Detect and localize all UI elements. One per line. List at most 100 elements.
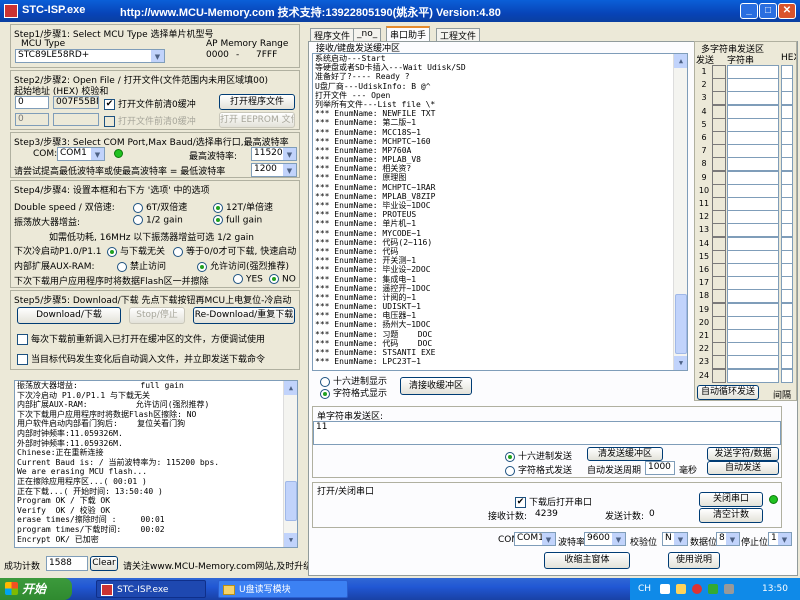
auto-send-button[interactable]: 自动发送 bbox=[707, 461, 779, 475]
row-hex-checkbox[interactable] bbox=[781, 78, 793, 93]
send-input[interactable]: 11 bbox=[313, 421, 781, 445]
clear-count-button[interactable]: Clear bbox=[90, 556, 118, 571]
row-string-input[interactable] bbox=[727, 91, 779, 106]
row-string-input[interactable] bbox=[727, 78, 779, 93]
row-send-button[interactable] bbox=[712, 276, 726, 291]
row-send-button[interactable] bbox=[712, 223, 726, 238]
row-hex-checkbox[interactable] bbox=[781, 170, 793, 185]
max-baud-select[interactable]: 115200 bbox=[251, 147, 297, 161]
send-char-option[interactable]: 字符格式发送 bbox=[505, 463, 572, 476]
option-yes[interactable]: YES bbox=[233, 274, 263, 285]
open-after-download-checkbox[interactable]: ✔ 下载后打开串口 bbox=[515, 495, 592, 508]
min-baud-select[interactable]: 1200 bbox=[251, 163, 297, 177]
row-string-input[interactable] bbox=[727, 131, 779, 145]
row-string-input[interactable] bbox=[727, 236, 779, 251]
row-hex-checkbox[interactable] bbox=[781, 117, 793, 132]
start-button[interactable]: 开始 bbox=[0, 578, 72, 600]
option-no[interactable]: NO bbox=[269, 274, 296, 285]
send-hex-option[interactable]: 十六进制发送 bbox=[505, 449, 572, 462]
redownload-button[interactable]: Re-Download/重复下载 bbox=[193, 307, 295, 324]
row-hex-checkbox[interactable] bbox=[781, 223, 793, 238]
row-string-input[interactable] bbox=[727, 157, 779, 172]
tab-project-file[interactable]: 工程文件 bbox=[436, 28, 481, 42]
download-button[interactable]: Download/下载 bbox=[17, 307, 121, 324]
row-hex-checkbox[interactable] bbox=[781, 249, 793, 264]
serial-com-select[interactable]: COM1 bbox=[514, 532, 556, 546]
scroll-up-icon[interactable]: ▲ bbox=[674, 54, 687, 68]
scroll-down-icon[interactable]: ▼ bbox=[284, 533, 297, 547]
row-string-input[interactable] bbox=[727, 263, 779, 277]
scroll-thumb[interactable] bbox=[675, 294, 687, 354]
row-hex-checkbox[interactable] bbox=[781, 263, 793, 277]
tray-icon[interactable] bbox=[692, 584, 702, 594]
status-log[interactable]: 振荡放大器增益: full gain 下次冷启动 P1.0/P1.1 与下载无关内… bbox=[14, 380, 298, 548]
stop-button[interactable]: Stop/停止 bbox=[129, 307, 185, 324]
char-display-option[interactable]: 字符格式显示 bbox=[320, 386, 387, 399]
option-disable-aux[interactable]: 禁止访问 bbox=[117, 259, 166, 272]
row-string-input[interactable] bbox=[727, 104, 779, 119]
title-bar[interactable]: STC-ISP.exe http://www.MCU-Memory.com 技术… bbox=[0, 0, 800, 22]
row-hex-checkbox[interactable] bbox=[781, 65, 793, 79]
tray-icon[interactable] bbox=[676, 584, 686, 594]
row-hex-checkbox[interactable] bbox=[781, 236, 793, 251]
row-hex-checkbox[interactable] bbox=[781, 355, 793, 370]
row-hex-checkbox[interactable] bbox=[781, 276, 793, 291]
databits-select[interactable]: 8 bbox=[716, 532, 740, 546]
row-string-input[interactable] bbox=[727, 183, 779, 198]
row-send-button[interactable] bbox=[712, 315, 726, 330]
row-send-button[interactable] bbox=[712, 197, 726, 211]
clear-receive-button[interactable]: 清接收缓冲区 bbox=[400, 377, 472, 395]
send-string-button[interactable]: 发送字符/数据 bbox=[707, 447, 779, 461]
task-udisk-module[interactable]: U盘读写模块 bbox=[218, 580, 348, 598]
row-send-button[interactable] bbox=[712, 263, 726, 277]
close-icon[interactable]: ✕ bbox=[778, 3, 796, 19]
task-stc-isp[interactable]: STC-ISP.exe bbox=[96, 580, 206, 598]
eeprom-address-input[interactable]: 0 bbox=[15, 113, 49, 126]
option-fast-start[interactable]: 等于0/0才可下载, 快速启动 bbox=[173, 244, 296, 257]
row-hex-checkbox[interactable] bbox=[781, 144, 793, 159]
row-string-input[interactable] bbox=[727, 170, 779, 185]
help-button[interactable]: 使用说明 bbox=[668, 552, 720, 569]
option-no-relation[interactable]: 与下载无关 bbox=[107, 244, 165, 257]
row-send-button[interactable] bbox=[712, 91, 726, 106]
row-hex-checkbox[interactable] bbox=[781, 104, 793, 119]
volume-icon[interactable] bbox=[724, 584, 734, 594]
close-port-button[interactable]: 关闭串口 bbox=[699, 492, 763, 507]
row-hex-checkbox[interactable] bbox=[781, 315, 793, 330]
row-string-input[interactable] bbox=[727, 342, 779, 357]
language-indicator[interactable]: CH bbox=[638, 578, 651, 600]
parity-select[interactable]: N bbox=[662, 532, 688, 546]
tab-serial-assistant[interactable]: 串口助手 bbox=[386, 26, 431, 42]
open-eeprom-file-button[interactable]: 打开 EEPROM 文件 bbox=[219, 112, 295, 128]
row-hex-checkbox[interactable] bbox=[781, 183, 793, 198]
row-send-button[interactable] bbox=[712, 236, 726, 251]
row-hex-checkbox[interactable] bbox=[781, 329, 793, 343]
tab-program-file[interactable]: 程序文件 bbox=[310, 28, 355, 42]
tray-icon[interactable] bbox=[660, 584, 670, 594]
tab-no[interactable]: _no_ bbox=[353, 28, 382, 42]
option-half-gain[interactable]: 1/2 gain bbox=[133, 215, 183, 226]
row-string-input[interactable] bbox=[727, 289, 779, 304]
option-full-gain[interactable]: full gain bbox=[213, 215, 262, 226]
row-string-input[interactable] bbox=[727, 368, 779, 383]
row-send-button[interactable] bbox=[712, 65, 726, 79]
open-program-file-button[interactable]: 打开程序文件 bbox=[219, 94, 295, 110]
row-send-button[interactable] bbox=[712, 157, 726, 172]
row-string-input[interactable] bbox=[727, 315, 779, 330]
row-string-input[interactable] bbox=[727, 197, 779, 211]
row-send-button[interactable] bbox=[712, 249, 726, 264]
row-send-button[interactable] bbox=[712, 78, 726, 93]
row-hex-checkbox[interactable] bbox=[781, 368, 793, 383]
log-scrollbar[interactable]: ▲ ▼ bbox=[283, 381, 297, 547]
row-string-input[interactable] bbox=[727, 249, 779, 264]
row-string-input[interactable] bbox=[727, 276, 779, 291]
scroll-up-icon[interactable]: ▲ bbox=[284, 381, 297, 395]
row-send-button[interactable] bbox=[712, 170, 726, 185]
clear-send-button[interactable]: 清发送缓冲区 bbox=[587, 447, 663, 461]
clear-before-open-eeprom-checkbox[interactable]: 打开文件前清0缓冲 bbox=[104, 114, 196, 127]
tray-icon[interactable] bbox=[708, 584, 718, 594]
reload-each-time-checkbox[interactable]: 每次下载前重新调入已打开在缓冲区的文件，方便调试使用 bbox=[17, 332, 265, 345]
auto-period-input[interactable]: 1000 bbox=[645, 461, 675, 475]
row-string-input[interactable] bbox=[727, 355, 779, 370]
row-send-button[interactable] bbox=[712, 302, 726, 317]
